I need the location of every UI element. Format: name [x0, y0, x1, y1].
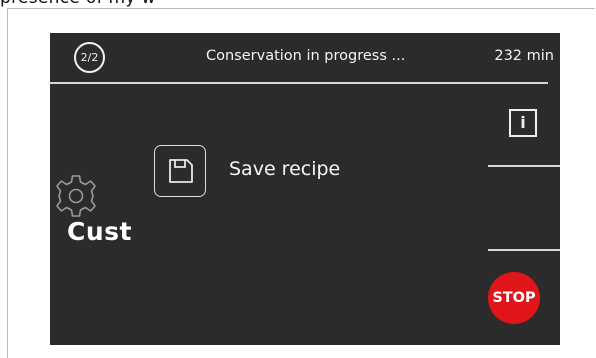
clipped-text-line: presence of my w [0, 0, 156, 8]
gear-icon [56, 175, 96, 217]
stop-button[interactable]: STOP [488, 272, 540, 324]
header-bar: 2/2 Conservation in progress ... 232 min [50, 33, 560, 83]
info-button[interactable]: i [509, 109, 537, 137]
side-divider-top [488, 165, 560, 167]
save-icon [154, 145, 206, 197]
remaining-time: 232 min [494, 48, 554, 64]
save-recipe-label: Save recipe [229, 158, 341, 180]
custom-tile[interactable]: Cust [50, 171, 150, 251]
device-screen: 2/2 Conservation in progress ... 232 min… [50, 33, 560, 345]
save-recipe-button[interactable]: Save recipe [154, 145, 374, 197]
page-indicator-button[interactable]: 2/2 [74, 42, 105, 73]
header-divider [50, 82, 548, 84]
side-divider-bottom [488, 249, 560, 251]
status-text: Conservation in progress ... [206, 48, 406, 64]
custom-label: Cust [67, 217, 132, 246]
